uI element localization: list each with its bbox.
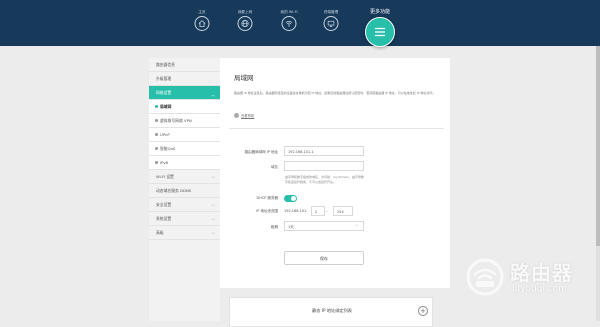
lease-value: 1天 [288,225,294,229]
watermark-url: luyouqi.com [512,284,568,294]
ip-range-dash: - [326,209,328,214]
menu-icon [365,17,395,47]
dhcp-label: DHCP 服务器 [256,196,279,200]
nav-internet[interactable]: 我要上网 [236,0,254,46]
sidebar-item-label: 智能QoS [160,146,176,151]
sidebar-item-label: 路由器信息 [156,62,175,67]
nav-wifi[interactable]: 我的 Wi-Fi [280,0,298,46]
top-navigation-bar: 主页 我要上网 我的 Wi-Fi 终端管理 更多功能 [0,0,600,47]
nav-more-label: 更多功能 [369,9,391,15]
router-logo-icon [466,258,504,296]
bullet-icon [155,161,158,164]
sidebar-item-label: 动态域名服务 DDNS [156,188,192,193]
lease-select[interactable]: 1天 ﹀ [284,221,364,231]
home-icon [194,16,210,31]
lease-label: 租期 [271,225,278,229]
sidebar-item-lan[interactable]: 局域网 [149,100,220,114]
static-ip-title: 静态 IP 地址绑定列表 [312,308,352,313]
ip-range-start-input[interactable]: 2 [311,206,325,216]
bullet-icon [155,105,158,108]
sidebar-item-ipv6[interactable]: IPv6 [149,156,220,170]
main-panel: 局域网 路由器 IP 地址设置后，路由器所连接的设备会在重新分配 IP 地址。如… [220,58,450,321]
nav-devices[interactable]: 终端管理 [322,0,340,46]
sidebar-item-upnp[interactable]: UPnP [149,128,220,142]
nav-devices-label: 终端管理 [323,10,339,14]
router-ip-input[interactable]: 192.168.101.1 [284,146,364,156]
help-icon [234,113,239,118]
ip-range-label: IP 地址池范围 [256,209,278,213]
nav-home[interactable]: 主页 [193,0,211,46]
domain-label: 域名 [271,165,278,169]
page-description: 路由器 IP 地址设置后，路由器所连接的设备会在重新分配 IP 地址。如果您的路… [234,91,436,95]
sidebar-item-label: Wi-Fi 设置 [156,174,174,179]
bullet-icon [155,119,158,122]
router-ip-label: 路由器局域网 IP 地址 [244,150,278,154]
sidebar-item-label: 虚拟拨号网络 VPN [160,118,192,123]
sidebar-item-vpn[interactable]: 虚拟拨号网络 VPN [149,114,220,128]
chevron-down-icon: ﹀ [211,232,215,237]
sidebar-item-qos[interactable]: 智能QoS [149,142,220,156]
nav-home-label: 主页 [198,10,206,14]
sidebar-item-network-settings[interactable]: 网络设置 ︿ [149,86,220,100]
sidebar-item-label: 升级管理 [156,76,172,81]
sidebar-item-system[interactable]: 系统设置 ﹀ [149,212,220,226]
bullet-icon [155,147,158,150]
ip-range-end-input[interactable]: 254 [333,206,353,216]
help-link-label: 查看帮助 [241,114,255,118]
sidebar-item-router-info[interactable]: 路由器信息 [149,58,220,72]
bullet-icon [155,133,158,136]
sidebar-item-label: 系统设置 [156,216,172,221]
add-icon[interactable]: + [418,306,428,316]
sidebar-item-advanced[interactable]: 高级 ﹀ [149,226,220,240]
domain-input[interactable] [284,161,364,171]
devices-icon [323,16,339,31]
sidebar-item-label: 网络设置 [156,90,172,95]
nav-more-functions[interactable]: 更多功能 [365,0,395,47]
divider [229,128,444,129]
dhcp-toggle[interactable] [284,195,297,202]
sidebar-item-label: 安全设置 [156,202,172,207]
sidebar-item-ddns[interactable]: 动态域名服务 DDNS [149,184,220,198]
sidebar-item-upgrade[interactable]: 升级管理 [149,72,220,86]
page-title: 局域网 [234,74,254,82]
globe-icon [237,16,253,31]
wifi-icon [281,16,297,31]
sidebar-menu: 路由器信息 升级管理 网络设置 ︿ 局域网 虚拟拨号网络 VPN UPnP 智能Q… [149,58,221,321]
save-button[interactable]: 保存 [284,251,364,265]
sidebar-item-label: UPnP [160,132,170,137]
help-link[interactable]: 查看帮助 [234,113,254,118]
nav-wifi-label: 我的 Wi-Fi [280,10,298,14]
domain-hint: 由字母和数字组成的域名，访问如：mydomain，由字母数字和连接符组成，不可以… [285,175,364,184]
static-ip-binding-card: 静态 IP 地址绑定列表 + [229,297,433,327]
sidebar-item-label: 高级 [156,230,164,235]
watermark-text: 路由器 [510,261,573,285]
sidebar-item-wifi-settings[interactable]: Wi-Fi 设置 ﹀ [149,170,220,184]
sidebar-item-label: 局域网 [160,104,172,109]
sidebar-item-security[interactable]: 安全设置 ﹀ [149,198,220,212]
ip-range-prefix: 192.168.101. [284,209,308,213]
nav-internet-label: 我要上网 [237,10,253,14]
scrollbar-thumb[interactable] [596,46,600,246]
chevron-down-icon: ﹀ [355,224,359,229]
sidebar-item-label: IPv6 [160,160,169,165]
